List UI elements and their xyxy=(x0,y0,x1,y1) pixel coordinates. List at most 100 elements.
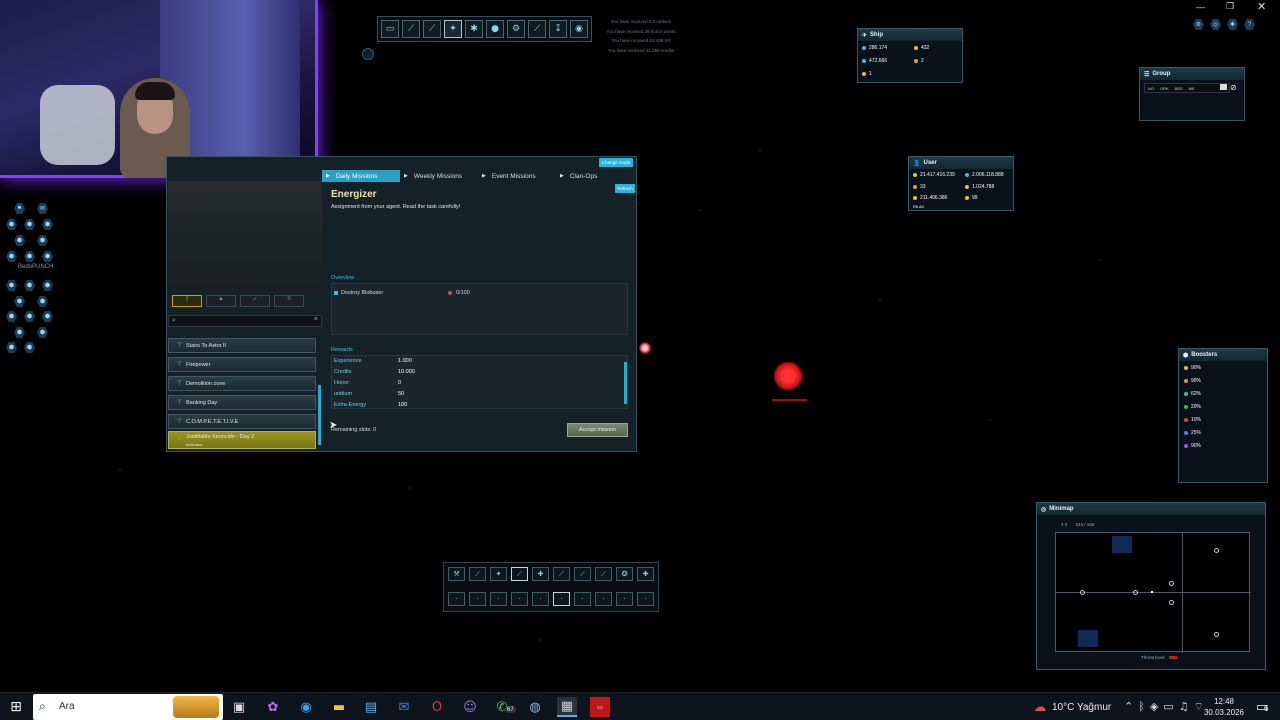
action-slot-icon[interactable]: ✦ xyxy=(490,567,507,581)
action-slot-icon[interactable]: · xyxy=(574,592,591,606)
mission-pin-icon: ⊤ xyxy=(177,419,183,425)
filter-available-icon[interactable]: ! xyxy=(172,295,202,307)
weather-text[interactable]: 10°C Yağmur xyxy=(1052,702,1111,713)
accept-mission-button[interactable]: Accept mission xyxy=(567,423,628,437)
mission-filter-bar: ! ▲ ✓ ≡ xyxy=(168,294,320,308)
action-slot-icon[interactable]: · xyxy=(595,592,612,606)
tab-event-missions[interactable]: ▶ Event Missions xyxy=(478,170,556,182)
copilot-icon[interactable]: ✿ xyxy=(263,697,283,717)
clear-search-icon[interactable]: × xyxy=(314,316,318,323)
volume-icon[interactable]: ♫ xyxy=(1179,700,1189,714)
opera-gx-icon[interactable]: O xyxy=(427,697,447,717)
reward-value: 0 xyxy=(398,380,402,386)
ship-window-icon[interactable]: ⟋ xyxy=(402,20,420,38)
mission-list-item[interactable]: ⊤ Stairs To Astra II xyxy=(168,338,316,353)
mail-icon[interactable]: ✉ xyxy=(394,697,414,717)
action-slot-icon[interactable]: ⟋ xyxy=(574,567,591,581)
mission-list-item[interactable]: ⊤ Firepower xyxy=(168,357,316,372)
tab-clan-ops[interactable]: ▶ Clan-Ops xyxy=(556,170,634,182)
action-slot-icon[interactable]: · xyxy=(469,592,486,606)
mission-list-item[interactable]: ⊤ Justifiable Xenocide - Day 2 Activated xyxy=(168,431,316,449)
steam-icon[interactable]: ◍ xyxy=(525,697,545,717)
block-icon[interactable]: ⊘ xyxy=(1230,83,1237,92)
action-slot-icon[interactable]: ⟋ xyxy=(469,567,486,581)
ship-stat: 432 xyxy=(921,45,930,51)
change-mode-button[interactable]: Change mode xyxy=(599,158,633,167)
action-slot-icon[interactable]: ⚒ xyxy=(448,567,465,581)
tray-expand-icon[interactable]: ⌃ xyxy=(1124,700,1133,714)
minimap-title: Minimap xyxy=(1049,506,1074,512)
action-slot-icon[interactable]: ✚ xyxy=(532,567,549,581)
clock[interactable]: 12:48 30.03.2026 xyxy=(1203,696,1245,718)
system-tray[interactable]: ⌃ ᛒ ◈ ▭ ♫ ⌔ xyxy=(1124,700,1204,714)
tab-daily-missions[interactable]: ▶ Daily Missions xyxy=(322,170,400,182)
mission-list-item[interactable]: ⊤ Banking Day xyxy=(168,395,316,410)
darkorbit-app-icon[interactable]: ▦ xyxy=(557,697,577,717)
app-icon[interactable]: ▭ xyxy=(590,697,610,717)
group-option[interactable]: ORK xyxy=(1160,86,1169,91)
close-button[interactable]: ✕ xyxy=(1257,0,1266,13)
settings-window-icon[interactable]: ⚙ xyxy=(507,20,525,38)
user-window-icon[interactable]: ▭ xyxy=(381,20,399,38)
rewards-scrollbar[interactable] xyxy=(624,362,627,404)
notification-icon[interactable]: ▭ xyxy=(1252,697,1272,717)
mission-pin-icon: ⊤ xyxy=(177,381,183,387)
chat-window-icon[interactable]: ✱ xyxy=(465,20,483,38)
search-placeholder: Ara xyxy=(59,701,75,712)
invite-icon[interactable] xyxy=(1220,84,1227,90)
refresh-button[interactable]: Refresh xyxy=(615,184,635,193)
action-slot-icon[interactable]: · xyxy=(532,592,549,606)
action-slot-icon[interactable]: ✪ xyxy=(616,567,633,581)
group-option[interactable]: BEE xyxy=(1175,86,1183,91)
mission-list-item[interactable]: ⊤ C.O.M.P.E.T.E.T.I.V.E xyxy=(168,414,316,429)
log-window-icon[interactable]: ⟋ xyxy=(528,20,546,38)
group-option[interactable]: NO xyxy=(1148,86,1154,91)
action-slot-icon[interactable]: · xyxy=(490,592,507,606)
action-slot-icon[interactable]: ⟋ xyxy=(511,567,528,581)
weather-icon[interactable]: ☁ xyxy=(1030,697,1050,717)
enemy-icon xyxy=(448,291,452,295)
mission-list-item[interactable]: ⊤ Demolition zone xyxy=(168,376,316,391)
taskbar-search-input[interactable]: ⌕ Ara xyxy=(33,694,223,720)
log-line: You have received 15.438 XP xyxy=(611,38,671,43)
maximize-button[interactable]: ❐ xyxy=(1226,1,1234,12)
mission-list-scrollbar[interactable] xyxy=(318,385,321,445)
group-option[interactable]: ME xyxy=(1189,86,1195,91)
filter-all-icon[interactable]: ≡ xyxy=(274,295,304,307)
action-slot-icon[interactable]: · xyxy=(553,592,570,606)
mission-label: Stairs To Astra II xyxy=(186,342,226,349)
logout-icon[interactable]: ● xyxy=(486,20,504,38)
rewards-box xyxy=(331,355,628,409)
booster-window-icon[interactable]: ↧ xyxy=(549,20,567,38)
task-view-icon[interactable]: ▣ xyxy=(229,697,249,717)
action-slot-icon[interactable]: ⟋ xyxy=(595,567,612,581)
group-window-icon[interactable]: ⟋ xyxy=(423,20,441,38)
store-icon[interactable]: ▤ xyxy=(361,697,381,717)
edge-icon[interactable]: ◉ xyxy=(296,697,316,717)
action-slot-icon[interactable]: · xyxy=(511,592,528,606)
quests-window-icon[interactable]: ✦ xyxy=(444,20,462,38)
network-icon[interactable]: ◈ xyxy=(1150,700,1158,714)
windows-start-icon[interactable]: ⊞ xyxy=(6,697,26,717)
mission-pin-icon: ⊤ xyxy=(177,436,183,442)
display-icon[interactable]: ▭ xyxy=(1163,700,1173,714)
filter-completed-icon[interactable]: ✓ xyxy=(240,295,270,307)
action-slot-icon[interactable]: · xyxy=(616,592,633,606)
action-slot-icon[interactable]: · xyxy=(448,592,465,606)
group-input[interactable]: NO ORK BEE ME xyxy=(1144,83,1230,93)
file-explorer-icon[interactable]: ▬ xyxy=(329,697,349,717)
filter-locked-icon[interactable]: ▲ xyxy=(206,295,236,307)
tab-weekly-missions[interactable]: ▶ Weekly Missions xyxy=(400,170,478,182)
minimize-button[interactable]: — xyxy=(1196,2,1205,12)
mission-search-input[interactable]: ⌕ × xyxy=(168,315,322,327)
action-slot-icon[interactable]: ⟋ xyxy=(553,567,570,581)
enemy-blobuser[interactable] xyxy=(772,362,804,390)
action-slot-icon[interactable]: · xyxy=(637,592,654,606)
action-slot-icon[interactable]: ✚ xyxy=(637,567,654,581)
minimap-view[interactable] xyxy=(1055,532,1251,653)
booster-value: 90% xyxy=(1191,443,1202,449)
chat-bubble-icon[interactable] xyxy=(362,48,374,60)
discord-icon[interactable]: ☺ xyxy=(460,697,480,717)
bluetooth-icon[interactable]: ᛒ xyxy=(1138,700,1145,714)
minimap-window-icon[interactable]: ◉ xyxy=(570,20,588,38)
